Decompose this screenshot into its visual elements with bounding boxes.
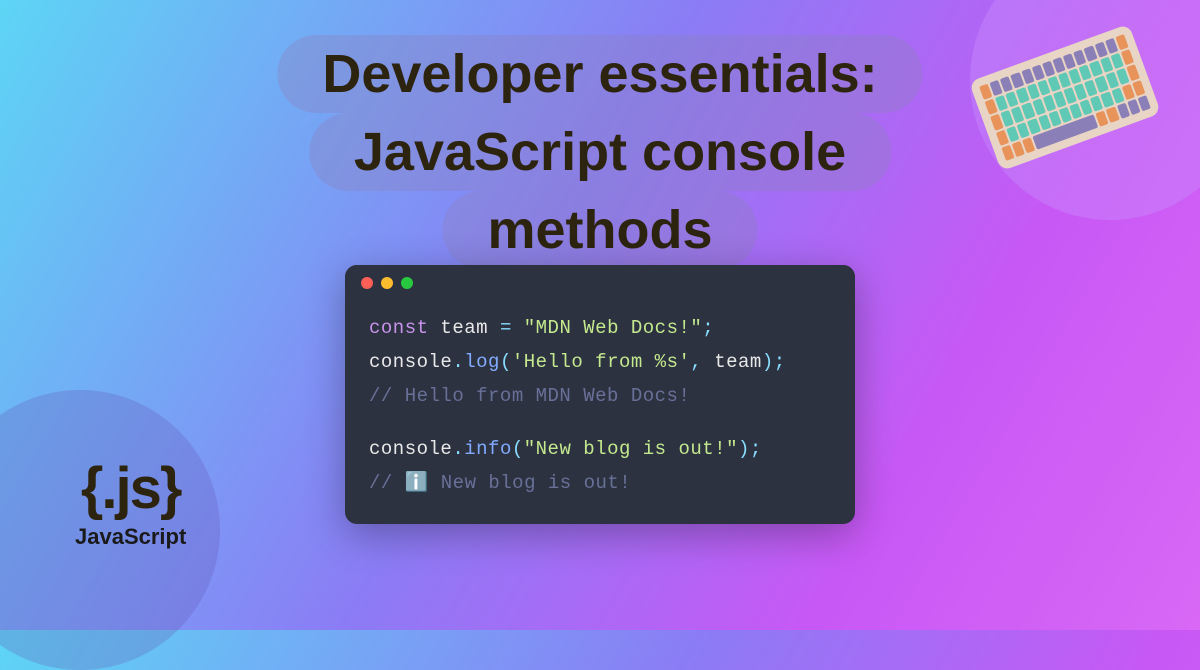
title-line-1: Developer essentials: [277,35,922,113]
maximize-icon [401,277,413,289]
page-title: Developer essentials: JavaScript console… [277,35,922,269]
title-line-3: methods [442,191,757,269]
window-chrome [345,265,855,301]
code-editor-window: const team = "MDN Web Docs!"; console.lo… [345,265,855,524]
code-line-2: console.log('Hello from %s', team); [369,345,831,379]
code-line-5: console.info("New blog is out!"); [369,432,831,466]
close-icon [361,277,373,289]
minimize-icon [381,277,393,289]
code-line-6: // ℹ️ New blog is out! [369,466,831,500]
code-body: const team = "MDN Web Docs!"; console.lo… [345,301,855,524]
javascript-badge: {.js} JavaScript [75,455,186,550]
code-line-3: // Hello from MDN Web Docs! [369,379,831,413]
js-label: JavaScript [75,524,186,550]
code-line-1: const team = "MDN Web Docs!"; [369,311,831,345]
js-logo-icon: {.js} [75,455,186,522]
title-line-2: JavaScript console [309,113,891,191]
